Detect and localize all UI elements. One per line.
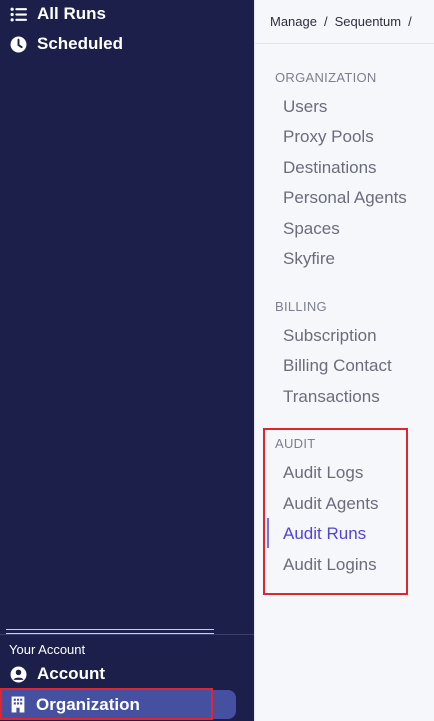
menu-item-subscription[interactable]: Subscription bbox=[283, 326, 377, 346]
your-account-heading: Your Account bbox=[9, 642, 86, 657]
menu-item-audit-agents[interactable]: Audit Agents bbox=[283, 494, 378, 514]
menu-item-audit-logs[interactable]: Audit Logs bbox=[283, 463, 363, 483]
main-sidebar: All Runs Scheduled Your Account Account … bbox=[0, 0, 254, 721]
list-icon bbox=[10, 7, 27, 21]
nav-scheduled[interactable]: Scheduled bbox=[10, 31, 123, 57]
menu-item-audit-runs[interactable]: Audit Runs bbox=[283, 524, 366, 544]
menu-item-skyfire[interactable]: Skyfire bbox=[283, 249, 335, 269]
clipped-divider bbox=[6, 629, 214, 630]
breadcrumb-separator: / bbox=[408, 14, 412, 29]
sidebar-divider bbox=[0, 634, 254, 635]
menu-item-billing-contact[interactable]: Billing Contact bbox=[283, 356, 392, 376]
building-icon bbox=[11, 696, 25, 713]
breadcrumb-manage[interactable]: Manage bbox=[270, 14, 317, 29]
menu-item-transactions[interactable]: Transactions bbox=[283, 387, 380, 407]
nav-all-runs-label: All Runs bbox=[37, 4, 106, 23]
group-title-audit: AUDIT bbox=[275, 436, 316, 451]
user-circle-icon bbox=[10, 666, 27, 682]
menu-item-personal-agents[interactable]: Personal Agents bbox=[283, 188, 407, 208]
nav-organization-label: Organization bbox=[36, 694, 140, 714]
breadcrumb-separator: / bbox=[323, 14, 328, 29]
menu-item-audit-logins[interactable]: Audit Logins bbox=[283, 555, 377, 575]
nav-all-runs[interactable]: All Runs bbox=[10, 1, 106, 27]
nav-account[interactable]: Account bbox=[10, 661, 105, 687]
settings-panel: Manage / Sequentum / ORGANIZATION Users … bbox=[254, 0, 434, 721]
clock-icon bbox=[10, 36, 27, 52]
nav-account-label: Account bbox=[37, 664, 105, 683]
nav-organization[interactable]: Organization bbox=[0, 690, 236, 719]
menu-item-users[interactable]: Users bbox=[283, 97, 327, 117]
menu-item-destinations[interactable]: Destinations bbox=[283, 158, 377, 178]
breadcrumb: Manage / Sequentum / bbox=[255, 0, 434, 44]
nav-scheduled-label: Scheduled bbox=[37, 34, 123, 53]
breadcrumb-sequentum[interactable]: Sequentum bbox=[335, 14, 402, 29]
menu-item-spaces[interactable]: Spaces bbox=[283, 219, 340, 239]
menu-item-proxy-pools[interactable]: Proxy Pools bbox=[283, 127, 374, 147]
group-title-organization: ORGANIZATION bbox=[275, 70, 377, 85]
active-item-indicator bbox=[267, 518, 269, 548]
group-title-billing: BILLING bbox=[275, 299, 327, 314]
